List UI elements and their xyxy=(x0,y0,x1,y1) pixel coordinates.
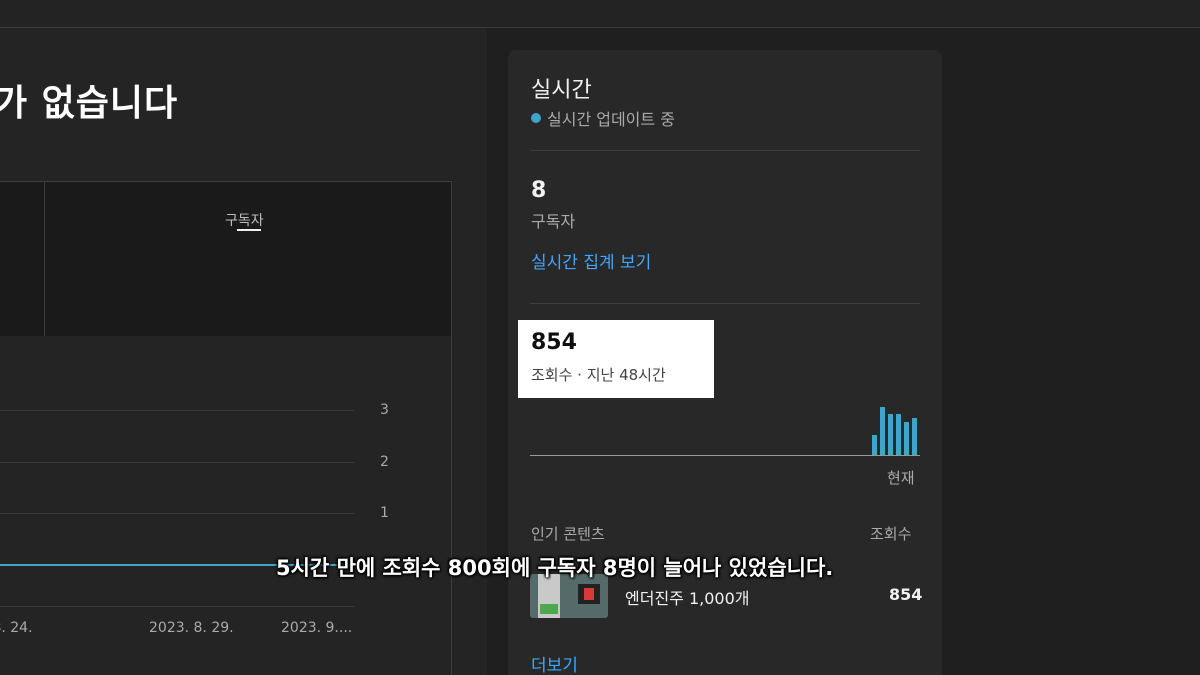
stats-divider xyxy=(44,182,45,336)
tooltip-value: 854 xyxy=(531,330,577,355)
spark-bar xyxy=(872,435,877,455)
live-status-text: 실시간 업데이트 중 xyxy=(547,110,675,129)
subscriber-label: 구독자 xyxy=(531,212,576,231)
top-bar xyxy=(0,0,1200,28)
spark-bar xyxy=(912,418,917,455)
video-views: 854 xyxy=(889,585,923,604)
divider xyxy=(530,303,920,304)
y-tick-label: 2 xyxy=(380,454,389,470)
spark-bar xyxy=(896,414,901,455)
spark-bar xyxy=(880,407,885,455)
sparkline-baseline xyxy=(530,455,920,456)
spark-bar xyxy=(904,422,909,455)
spark-bar xyxy=(888,414,893,455)
video-caption: 5시간 만에 조회수 800회에 구독자 8명이 늘어나 있었습니다. xyxy=(276,556,834,580)
subscriber-count: 8 xyxy=(531,178,547,203)
gridline xyxy=(0,410,354,411)
popular-content-label: 인기 콘텐츠 xyxy=(531,525,605,543)
now-label: 현재 xyxy=(887,469,915,487)
x-tick-label: 2023. 8. 29. xyxy=(149,620,234,636)
views-column-label: 조회수 xyxy=(870,525,912,543)
y-tick-label: 3 xyxy=(380,402,389,418)
analytics-chart: 3 2 1 .8. 24. 2023. 8. 29. 2023. 9.... xyxy=(0,336,452,675)
realtime-stats-link[interactable]: 실시간 집계 보기 xyxy=(531,248,651,273)
tooltip-label: 조회수 · 지난 48시간 xyxy=(531,366,666,384)
stats-panel: 구독자 xyxy=(0,181,452,336)
x-tick-label: .8. 24. xyxy=(0,620,33,636)
video-title[interactable]: 엔더진주 1,000개 xyxy=(625,585,750,609)
gridline xyxy=(0,606,354,607)
more-link[interactable]: 더보기 xyxy=(531,651,578,675)
y-tick-label: 1 xyxy=(380,505,389,521)
subscribers-label: 구독자 xyxy=(225,213,264,229)
x-tick-label: 2023. 9.... xyxy=(281,620,353,636)
subscribers-dash xyxy=(237,229,261,231)
divider xyxy=(530,150,920,151)
views-tooltip: 854 조회수 · 지난 48시간 xyxy=(518,320,714,398)
live-dot-icon xyxy=(531,113,541,123)
gridline xyxy=(0,513,354,514)
page-title: 가 없습니다 xyxy=(0,83,179,124)
live-status: 실시간 업데이트 중 xyxy=(531,106,675,130)
realtime-title: 실시간 xyxy=(531,78,592,103)
gridline xyxy=(0,462,354,463)
